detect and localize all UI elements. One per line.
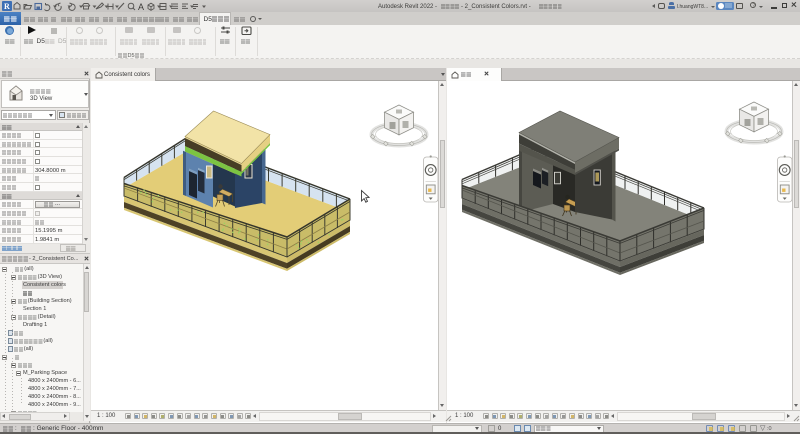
svg-text:A: A	[138, 2, 144, 12]
